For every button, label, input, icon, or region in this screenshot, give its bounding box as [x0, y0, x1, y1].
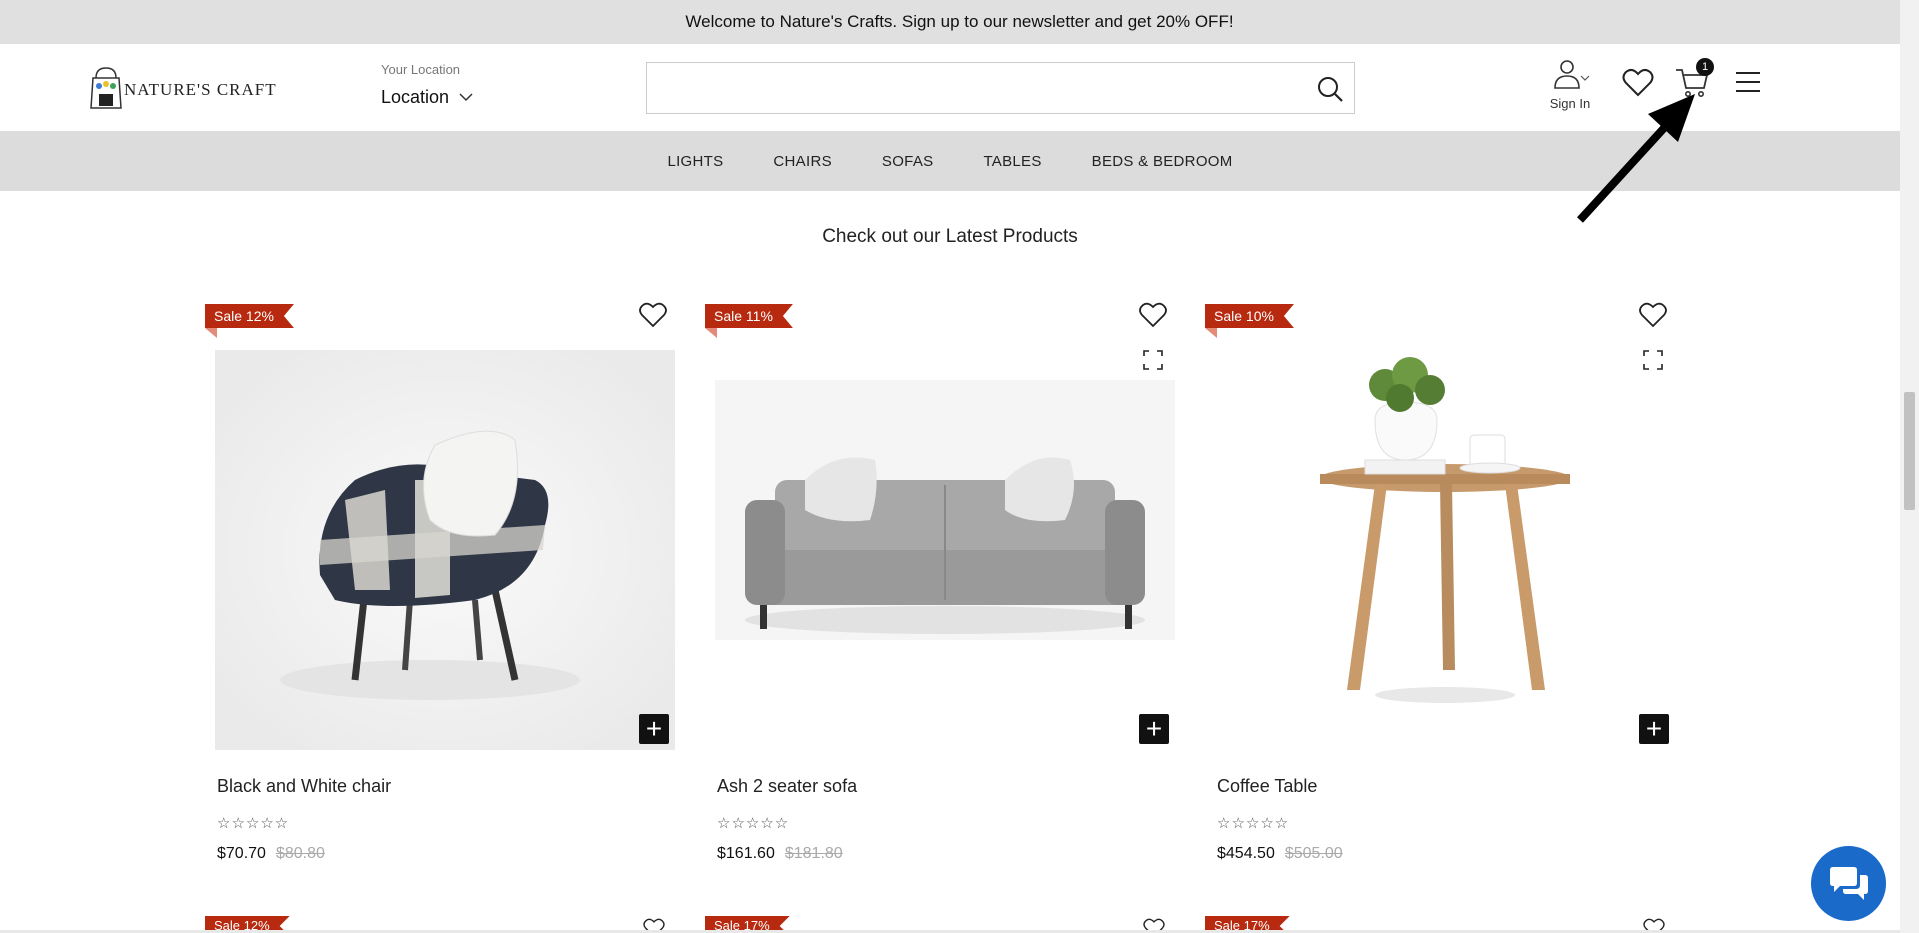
annotation-arrow-icon [1577, 94, 1695, 223]
sale-badge: Sale 10% [1205, 304, 1294, 328]
logo-text: NATURE'S CRAFT [124, 80, 277, 99]
sale-badge-fold [1205, 328, 1217, 338]
product-name[interactable]: Ash 2 seater sofa [717, 776, 857, 797]
location-value-text: Location [381, 87, 450, 107]
old-price: $80.80 [275, 845, 325, 862]
scrollbar[interactable] [1900, 0, 1919, 933]
sale-badge-fold [205, 328, 217, 338]
add-to-cart-button[interactable]: + [1639, 713, 1669, 744]
nav-sofas[interactable]: SOFAS [882, 153, 934, 170]
nav-chairs[interactable]: CHAIRS [773, 153, 831, 170]
location-selector[interactable]: Your Location Location [381, 62, 473, 108]
old-price: $181.80 [784, 845, 843, 862]
announcement-text: Welcome to Nature's Crafts. Sign up to o… [685, 12, 1234, 31]
location-label: Your Location [381, 62, 461, 77]
product-image-chair[interactable] [215, 350, 675, 750]
product-card[interactable]: Sale 10% + Coffee Table ☆☆☆☆☆ $454.50 $50… [1205, 300, 1675, 870]
user-icon [1554, 60, 1590, 89]
chat-button[interactable] [1811, 846, 1886, 921]
nav-beds-bedroom[interactable]: BEDS & BEDROOM [1092, 153, 1233, 170]
menu-icon[interactable] [1734, 70, 1762, 94]
search-bar[interactable] [646, 62, 1355, 114]
search-input[interactable] [647, 63, 1287, 113]
old-price: $505.00 [1284, 845, 1343, 862]
chevron-down-icon [459, 93, 473, 102]
wishlist-heart-icon[interactable] [1639, 302, 1667, 328]
location-value[interactable]: Location [381, 87, 473, 108]
product-image-sofa[interactable] [715, 350, 1175, 750]
product-price: $161.60 $181.80 [717, 845, 843, 863]
wishlist-heart-icon[interactable] [639, 302, 667, 328]
product-image-coffee-table[interactable] [1215, 350, 1675, 750]
sale-badge: Sale 12% [205, 304, 294, 328]
product-card[interactable]: Sale 12% + Black and White chair ☆☆☆☆☆ $… [205, 300, 675, 870]
product-rating: ☆☆☆☆☆ [1217, 815, 1290, 832]
product-card[interactable]: Sale 11% + Ash 2 seater sofa ☆☆☆☆☆ $161.… [705, 300, 1175, 870]
nav-lights[interactable]: LIGHTS [667, 153, 723, 170]
search-icon[interactable] [1316, 75, 1344, 103]
logo-bag-icon [90, 67, 122, 109]
current-price: $454.50 [1217, 845, 1275, 862]
sale-badge: Sale 11% [705, 304, 793, 328]
sale-badge-fold [705, 328, 717, 338]
product-rating: ☆☆☆☆☆ [217, 815, 290, 832]
current-price: $70.70 [217, 845, 266, 862]
page: Welcome to Nature's Crafts. Sign up to o… [0, 0, 1919, 933]
product-name[interactable]: Black and White chair [217, 776, 391, 797]
wishlist-heart-icon[interactable] [1139, 302, 1167, 328]
product-price: $70.70 $80.80 [217, 845, 325, 863]
add-to-cart-button[interactable]: + [639, 713, 669, 744]
section-title: Check out our Latest Products [822, 226, 1078, 247]
scrollbar-thumb[interactable] [1904, 392, 1915, 510]
plus-icon: + [1645, 713, 1663, 744]
announcement-bar: Welcome to Nature's Crafts. Sign up to o… [0, 0, 1919, 44]
cart-count-badge: 1 [1696, 58, 1714, 76]
product-name[interactable]: Coffee Table [1217, 776, 1317, 797]
add-to-cart-button[interactable]: + [1139, 713, 1169, 744]
current-price: $161.60 [717, 845, 775, 862]
logo[interactable]: NATURE'S CRAFT [90, 64, 277, 110]
chat-icon [1829, 866, 1868, 900]
plus-icon: + [645, 713, 663, 744]
product-price: $454.50 $505.00 [1217, 845, 1343, 863]
product-rating: ☆☆☆☆☆ [717, 815, 790, 832]
plus-icon: + [1145, 713, 1163, 744]
nav-tables[interactable]: TABLES [983, 153, 1041, 170]
